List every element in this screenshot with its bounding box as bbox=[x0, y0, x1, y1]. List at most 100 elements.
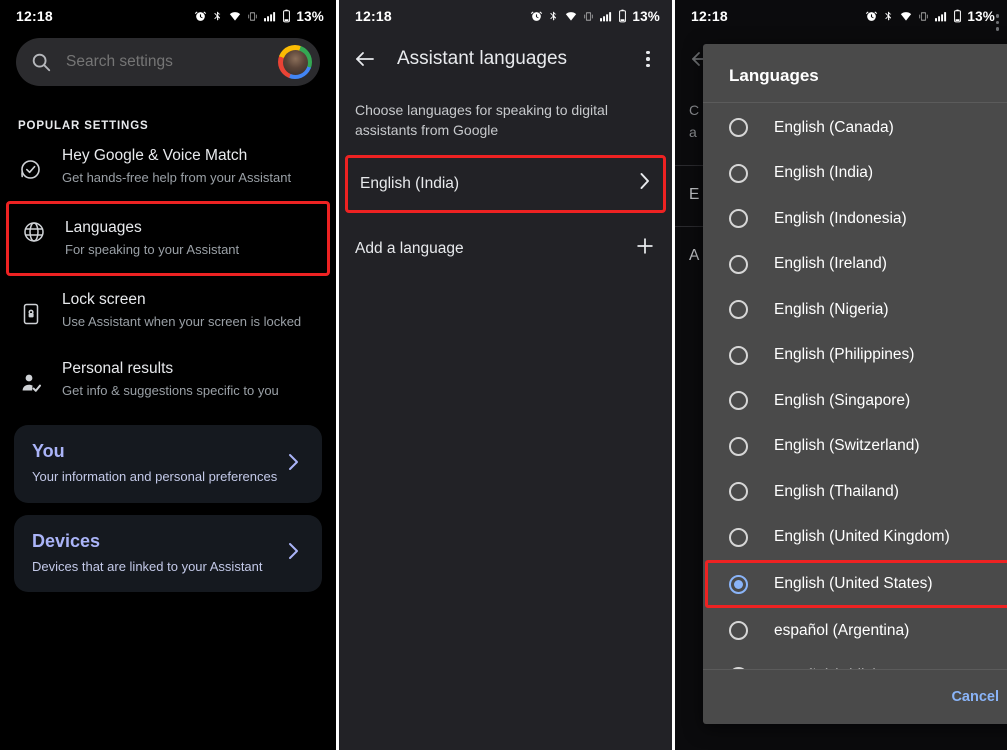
radio-icon[interactable] bbox=[729, 621, 748, 641]
language-option[interactable]: English (Switzerland) bbox=[703, 424, 1007, 470]
radio-icon[interactable] bbox=[729, 345, 748, 365]
add-language-label: Add a language bbox=[355, 239, 464, 257]
dialog-title: Languages bbox=[729, 66, 819, 85]
language-option[interactable]: English (United Kingdom) bbox=[703, 515, 1007, 561]
bluetooth-icon bbox=[214, 11, 221, 20]
search-settings-bar[interactable] bbox=[16, 38, 320, 86]
radio-icon[interactable] bbox=[729, 436, 748, 456]
card-subtitle: Your information and personal preference… bbox=[32, 469, 278, 485]
wifi-icon bbox=[230, 11, 241, 21]
panel-assistant-settings: 12:18 13% POPULAR SETTINGS bbox=[0, 0, 336, 750]
language-option-label: English (Nigeria) bbox=[774, 300, 889, 318]
language-option[interactable]: English (Nigeria) bbox=[703, 287, 1007, 333]
row-subtitle: Get info & suggestions specific to you bbox=[62, 382, 279, 398]
radio-icon[interactable] bbox=[729, 163, 748, 183]
language-option-label: español (Argentina) bbox=[774, 621, 910, 639]
language-option-label: English (India) bbox=[774, 164, 874, 182]
row-title: Hey Google & Voice Match bbox=[62, 147, 248, 164]
language-option[interactable]: English (Ireland) bbox=[703, 242, 1007, 288]
language-option-label: English (Philippines) bbox=[774, 346, 915, 364]
language-option[interactable]: español (Argentina) bbox=[703, 608, 1007, 654]
card-devices[interactable]: Devices Devices that are linked to your … bbox=[14, 514, 322, 593]
add-a-language-row[interactable]: Add a language bbox=[339, 221, 672, 277]
settings-row-voice-match[interactable]: Hey Google & Voice Match Get hands-free … bbox=[0, 132, 336, 201]
status-right-cluster: 13% bbox=[530, 9, 660, 24]
language-row-english-india[interactable]: English (India) bbox=[345, 154, 666, 213]
vibrate-icon bbox=[248, 11, 257, 21]
card-title: You bbox=[32, 441, 65, 462]
card-subtitle: Devices that are linked to your Assistan… bbox=[32, 558, 263, 574]
page-title: Assistant languages bbox=[397, 48, 568, 69]
status-time: 12:18 bbox=[16, 8, 53, 24]
language-option[interactable]: English (Singapore) bbox=[703, 378, 1007, 424]
signal-icon bbox=[600, 11, 612, 21]
language-option-label: English (Thailand) bbox=[774, 482, 899, 500]
status-right-cluster: 13% bbox=[194, 9, 324, 24]
settings-row-personal-results[interactable]: Personal results Get info & suggestions … bbox=[0, 345, 336, 414]
status-bar-1: 12:18 13% bbox=[0, 0, 336, 32]
settings-row-languages[interactable]: Languages For speaking to your Assistant bbox=[6, 200, 330, 276]
wifi-icon bbox=[566, 11, 577, 21]
radio-icon[interactable] bbox=[729, 118, 748, 138]
radio-icon[interactable] bbox=[729, 482, 748, 502]
radio-icon[interactable] bbox=[729, 300, 748, 320]
languages-dialog: Languages English (Canada) English (Indi… bbox=[703, 44, 1007, 724]
popular-settings-label: POPULAR SETTINGS bbox=[18, 120, 149, 132]
search-input[interactable] bbox=[52, 53, 278, 71]
language-option-label: English (Singapore) bbox=[774, 391, 911, 409]
panel-languages-dialog: 12:18 13% C a E A Languages English (Can… bbox=[675, 0, 1007, 750]
radio-icon[interactable] bbox=[729, 254, 748, 274]
row-subtitle: Use Assistant when your screen is locked bbox=[62, 313, 302, 329]
language-option-label: English (Ireland) bbox=[774, 255, 887, 273]
radio-icon-selected[interactable] bbox=[729, 574, 748, 594]
language-option[interactable]: English (Indonesia) bbox=[703, 196, 1007, 242]
battery-percent-label: 13% bbox=[296, 8, 324, 24]
screenshot-stage: 12:18 13% POPULAR SETTINGS bbox=[0, 0, 1007, 750]
radio-icon[interactable] bbox=[729, 527, 748, 547]
alarm-icon bbox=[531, 10, 543, 21]
avatar[interactable] bbox=[278, 45, 312, 79]
alarm-icon bbox=[195, 10, 207, 21]
language-option[interactable]: English (India) bbox=[703, 151, 1007, 197]
battery-icon bbox=[283, 9, 291, 23]
plus-icon bbox=[634, 235, 656, 262]
language-option[interactable]: English (Thailand) bbox=[703, 469, 1007, 515]
avatar-photo bbox=[282, 49, 308, 75]
person-check-icon bbox=[18, 359, 44, 395]
panel-assistant-languages: 12:18 13% Assistant languages Choose lan… bbox=[339, 0, 672, 750]
status-bar-2: 12:18 13% bbox=[339, 0, 672, 32]
language-option-selected[interactable]: English (United States) bbox=[705, 560, 1007, 608]
app-bar: Assistant languages bbox=[339, 32, 672, 86]
voice-match-icon bbox=[18, 146, 44, 182]
chevron-right-icon bbox=[288, 453, 304, 476]
language-option[interactable]: English (Philippines) bbox=[703, 333, 1007, 379]
language-options-list[interactable]: English (Canada) English (India) English… bbox=[703, 103, 1007, 669]
lock-screen-icon bbox=[18, 290, 44, 326]
language-option-label: English (Switzerland) bbox=[774, 437, 920, 455]
card-title: Devices bbox=[32, 530, 101, 551]
back-arrow-icon[interactable] bbox=[353, 47, 377, 71]
more-options-icon bbox=[995, 14, 999, 31]
radio-icon[interactable] bbox=[729, 209, 748, 229]
status-time: 12:18 bbox=[355, 8, 392, 24]
language-option-label: English (United Kingdom) bbox=[774, 528, 950, 546]
bluetooth-icon bbox=[550, 11, 557, 20]
language-option-label: English (Canada) bbox=[774, 118, 894, 136]
cancel-button[interactable]: Cancel bbox=[951, 689, 999, 705]
dialog-footer: Cancel bbox=[703, 670, 1007, 724]
more-options-icon[interactable] bbox=[638, 50, 658, 68]
language-option-label: English (Indonesia) bbox=[774, 209, 907, 227]
search-icon bbox=[32, 53, 51, 72]
radio-icon[interactable] bbox=[729, 391, 748, 411]
radio-icon[interactable] bbox=[729, 666, 748, 669]
language-option[interactable]: español (Chile) bbox=[703, 654, 1007, 669]
language-option[interactable]: English (Canada) bbox=[703, 105, 1007, 151]
settings-row-lock-screen[interactable]: Lock screen Use Assistant when your scre… bbox=[0, 276, 336, 345]
card-you[interactable]: You Your information and personal prefer… bbox=[14, 425, 322, 503]
row-title: Lock screen bbox=[62, 290, 146, 308]
chevron-right-icon bbox=[639, 171, 651, 197]
battery-icon bbox=[619, 9, 627, 23]
language-label: English (India) bbox=[360, 174, 460, 192]
row-subtitle: For speaking to your Assistant bbox=[65, 241, 240, 257]
chevron-right-icon bbox=[288, 542, 304, 565]
